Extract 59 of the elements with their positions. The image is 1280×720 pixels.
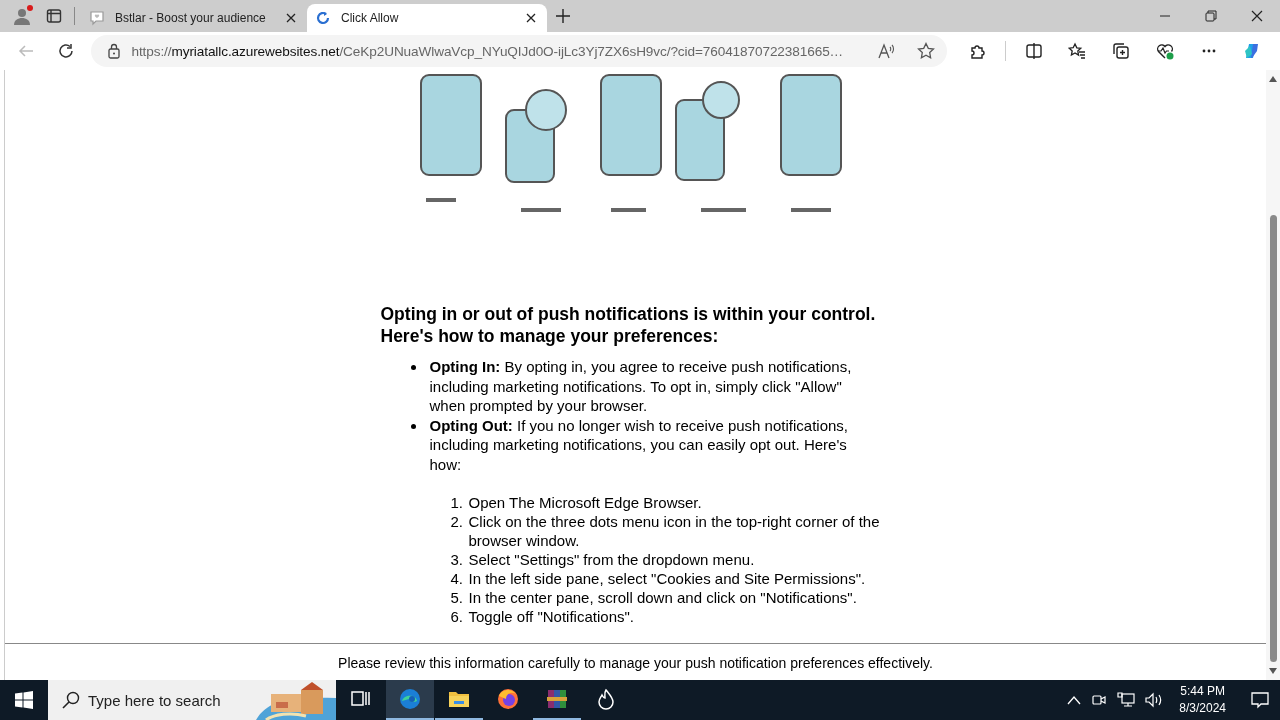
heart-pulse-icon[interactable] <box>1155 42 1174 60</box>
step-number: 6. <box>450 607 464 626</box>
refresh-icon <box>56 42 75 60</box>
lock-icon[interactable] <box>107 43 122 59</box>
camera-icon[interactable] <box>1091 692 1108 708</box>
step-number: 4. <box>450 569 464 588</box>
heading: Here's how to manage your preferences: <box>380 325 720 347</box>
search-bar[interactable]: Type here to search <box>48 680 336 720</box>
close-icon[interactable] <box>1251 10 1263 22</box>
address-field[interactable]: https://myriatallc.azurewebsites.net/CeKp2UNuaWlwaVcp_NYuQIJd0O-ijLc3Yj7ZX6sH9vc/?cid=76041870722381665… <box>91 35 948 67</box>
browser-tab[interactable]: Bstlar - Boost your audience <box>81 4 307 32</box>
scroll-down-icon[interactable] <box>1269 668 1277 674</box>
footer-text: Please review this information carefully to manage your push notification preferences effectively. <box>338 655 933 671</box>
extensions-icon[interactable] <box>968 42 986 60</box>
fox-globe-icon <box>497 688 519 710</box>
step-text: Click on the three dots menu icon in the top-right corner of the browser window. <box>468 512 881 550</box>
list-item-text: Opting In: By opting in, you agree to receive push notifications, including marketing notifications. To opt in, simply click "Allow" when prompted by your browser. <box>429 357 853 416</box>
step-number: 2. <box>450 512 464 532</box>
star-icon[interactable] <box>917 42 936 60</box>
chevron-up-icon[interactable] <box>1067 695 1082 705</box>
step-text: In the left side pane, select "Cookies and Site Permissions". <box>468 569 867 588</box>
favorites-icon[interactable] <box>1068 42 1087 60</box>
loading-icon <box>315 10 331 26</box>
restore-icon[interactable] <box>1205 10 1217 22</box>
step-text: Open The Microsoft Edge Browser. <box>468 493 703 512</box>
tab-title: Bstlar - Boost your audience <box>115 11 267 25</box>
speech-bubble-icon <box>89 10 105 26</box>
step-number: 3. <box>450 550 464 569</box>
plus-icon <box>555 8 571 24</box>
url-text: https://myriatallc.azurewebsites.net/CeKp2UNuaWlwaVcp_NYuQIJd0O-ijLc3Yj7ZX6sH9vc/?cid=76041870722381665… <box>131 43 845 59</box>
browser-tab[interactable]: Click Allow <box>307 4 547 32</box>
bullet-icon <box>410 423 416 429</box>
scrollbar-thumb[interactable] <box>1269 215 1277 662</box>
collections-icon[interactable] <box>1112 42 1131 60</box>
scrollbar[interactable] <box>1266 70 1280 680</box>
windows-logo-icon <box>15 691 33 709</box>
step-text: Toggle off "Notifications". <box>468 607 635 626</box>
person-icon <box>13 7 31 25</box>
tab-title: Click Allow <box>341 11 400 25</box>
heading: Opting in or out of push notifications is within your control. <box>380 303 877 325</box>
browser-icon <box>399 688 421 710</box>
list-item-text: Opting Out: If you no longer wish to receive push notifications, including marketing notifications, you can easily opt out. Here's how: <box>429 415 849 474</box>
read-aloud-icon[interactable] <box>877 42 896 60</box>
archive-books-icon <box>546 688 568 710</box>
speech-bubble-icon <box>1251 691 1269 709</box>
bullet-icon <box>410 365 416 370</box>
clock-button[interactable]: 5:44 PM 8/3/2024 <box>1173 683 1232 717</box>
tabs-icon <box>46 8 62 24</box>
network-icon[interactable] <box>1117 692 1136 708</box>
flame-icon <box>595 688 617 710</box>
step-number: 1. <box>450 493 464 512</box>
step-number: 5. <box>450 588 464 607</box>
step-text: In the center pane, scroll down and click on "Notifications". <box>468 588 858 607</box>
split-screen-icon[interactable] <box>1024 42 1043 60</box>
step-text: Select "Settings" from the dropdown menu. <box>468 550 756 569</box>
scroll-up-icon[interactable] <box>1269 76 1277 82</box>
taskbar-app[interactable] <box>386 680 434 720</box>
search-icon <box>62 691 80 709</box>
volume-icon[interactable] <box>1145 692 1164 708</box>
